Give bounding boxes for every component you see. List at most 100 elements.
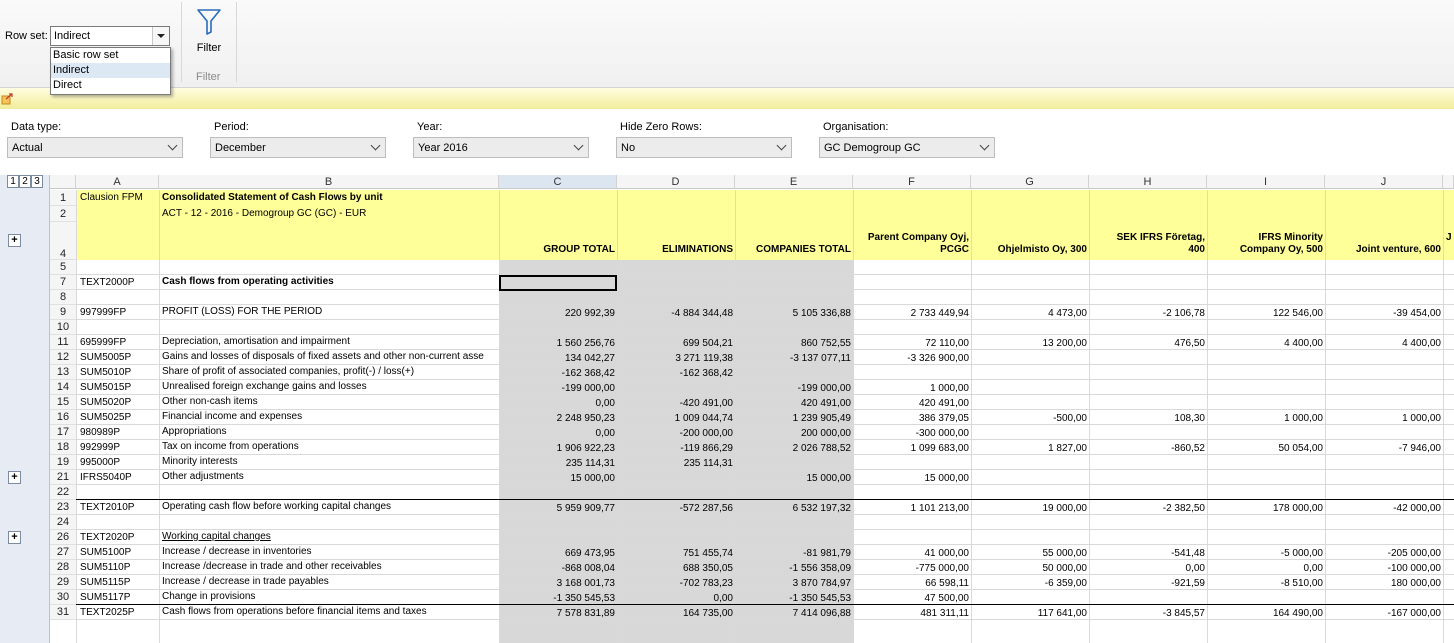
value-cell[interactable]: 0,00 — [617, 593, 735, 604]
row-label[interactable]: Cash flows from operating activities — [162, 276, 499, 287]
column-header-g[interactable]: G — [971, 175, 1089, 189]
value-cell[interactable]: 7 578 831,89 — [499, 608, 617, 619]
value-cell[interactable]: 4 473,00 — [971, 308, 1089, 319]
value-cell[interactable]: 0,00 — [499, 398, 617, 409]
value-cell[interactable]: 134 042,27 — [499, 353, 617, 364]
value-cell[interactable]: -162 368,42 — [499, 368, 617, 379]
value-cell[interactable]: 15 000,00 — [853, 473, 971, 484]
value-cell[interactable]: 2 026 788,52 — [735, 443, 853, 454]
value-cell[interactable]: 3 271 119,38 — [617, 353, 735, 364]
account-code[interactable]: 992999P — [80, 442, 159, 453]
value-cell[interactable]: -868 008,04 — [499, 563, 617, 574]
data-type-select[interactable]: Actual — [7, 137, 183, 158]
value-cell[interactable]: 1 000,00 — [1325, 413, 1443, 424]
row-label[interactable]: Financial income and expenses — [162, 411, 499, 422]
value-cell[interactable]: -5 000,00 — [1207, 548, 1325, 559]
column-header-c[interactable]: C — [499, 175, 617, 189]
value-cell[interactable]: 1 000,00 — [853, 383, 971, 394]
row-label[interactable]: Tax on income from operations — [162, 441, 499, 452]
column-header-f[interactable]: F — [853, 175, 971, 189]
value-cell[interactable]: 1 560 256,76 — [499, 338, 617, 349]
column-header-h[interactable]: H — [1089, 175, 1207, 189]
value-cell[interactable]: 55 000,00 — [971, 548, 1089, 559]
value-cell[interactable]: 13 200,00 — [971, 338, 1089, 349]
row-header[interactable]: 7 — [50, 275, 76, 290]
row-header[interactable]: 4 — [50, 222, 76, 260]
row-label[interactable]: Increase / decrease in trade payables — [162, 576, 499, 587]
row-label[interactable]: Operating cash flow before working capit… — [162, 501, 499, 512]
value-cell[interactable]: -6 359,00 — [971, 578, 1089, 589]
filter-button[interactable]: Filter — [190, 6, 228, 58]
account-code[interactable]: TEXT2000P — [80, 277, 159, 288]
account-code[interactable]: 997999FP — [80, 307, 159, 318]
value-cell[interactable]: -775 000,00 — [853, 563, 971, 574]
value-cell[interactable]: 6 532 197,32 — [735, 503, 853, 514]
outline-expand-icon[interactable]: + — [8, 234, 21, 247]
value-cell[interactable]: 15 000,00 — [499, 473, 617, 484]
account-code[interactable]: SUM5100P — [80, 547, 159, 558]
account-code[interactable]: SUM5115P — [80, 577, 159, 588]
value-cell[interactable]: -921,59 — [1089, 578, 1207, 589]
value-cell[interactable]: -3 137 077,11 — [735, 353, 853, 364]
rowset-option-selected[interactable]: Indirect — [51, 63, 170, 78]
row-label[interactable]: Increase / decrease in inventories — [162, 546, 499, 557]
value-cell[interactable]: 2 733 449,94 — [853, 308, 971, 319]
row-header[interactable]: 16 — [50, 410, 76, 425]
account-code[interactable]: SUM5117P — [80, 592, 159, 603]
row-label[interactable]: Depreciation, amortisation and impairmen… — [162, 336, 499, 347]
value-cell[interactable]: -541,48 — [1089, 548, 1207, 559]
value-cell[interactable]: 220 992,39 — [499, 308, 617, 319]
value-cell[interactable]: 1 000,00 — [1207, 413, 1325, 424]
value-cell[interactable]: -200 000,00 — [617, 428, 735, 439]
value-cell[interactable]: 860 752,55 — [735, 338, 853, 349]
value-cell[interactable]: 50 054,00 — [1207, 443, 1325, 454]
value-cell[interactable]: 386 379,05 — [853, 413, 971, 424]
rowset-dropdown[interactable]: Indirect — [50, 26, 170, 46]
value-cell[interactable]: 108,30 — [1089, 413, 1207, 424]
value-cell[interactable]: -860,52 — [1089, 443, 1207, 454]
account-code[interactable]: SUM5020P — [80, 397, 159, 408]
value-cell[interactable]: 0,00 — [499, 428, 617, 439]
export-icon[interactable] — [1, 93, 13, 105]
value-cell[interactable]: 669 473,95 — [499, 548, 617, 559]
row-header[interactable]: 1 — [50, 190, 76, 206]
row-header[interactable]: 15 — [50, 395, 76, 410]
row-header[interactable]: 18 — [50, 440, 76, 455]
row-label[interactable]: Cash flows from operations before financ… — [162, 606, 499, 617]
value-cell[interactable]: 751 455,74 — [617, 548, 735, 559]
row-label[interactable]: Unrealised foreign exchange gains and lo… — [162, 381, 499, 392]
value-cell[interactable]: -42 000,00 — [1325, 503, 1443, 514]
row-header[interactable]: 8 — [50, 290, 76, 305]
value-cell[interactable]: 3 168 001,73 — [499, 578, 617, 589]
value-cell[interactable]: -500,00 — [971, 413, 1089, 424]
rowset-option[interactable]: Basic row set — [51, 48, 170, 63]
row-header[interactable]: 31 — [50, 605, 76, 620]
row-header[interactable]: 24 — [50, 515, 76, 530]
value-cell[interactable]: 178 000,00 — [1207, 503, 1325, 514]
row-header[interactable]: 14 — [50, 380, 76, 395]
value-cell[interactable]: -572 287,56 — [617, 503, 735, 514]
organisation-select[interactable]: GC Demogroup GC — [819, 137, 995, 158]
value-cell[interactable]: 699 504,21 — [617, 338, 735, 349]
value-cell[interactable]: -4 884 344,48 — [617, 308, 735, 319]
column-header-e[interactable]: E — [735, 175, 853, 189]
value-cell[interactable]: -119 866,29 — [617, 443, 735, 454]
account-code[interactable]: SUM5015P — [80, 382, 159, 393]
account-code[interactable]: IFRS5040P — [80, 472, 159, 483]
value-cell[interactable]: 7 414 096,88 — [735, 608, 853, 619]
value-cell[interactable]: 0,00 — [1207, 563, 1325, 574]
value-cell[interactable]: 117 641,00 — [971, 608, 1089, 619]
value-cell[interactable]: -199 000,00 — [499, 383, 617, 394]
value-cell[interactable]: 122 546,00 — [1207, 308, 1325, 319]
value-cell[interactable]: 1 099 683,00 — [853, 443, 971, 454]
row-header[interactable]: 19 — [50, 455, 76, 470]
column-header-j[interactable]: J — [1325, 175, 1443, 189]
row-header[interactable]: 13 — [50, 365, 76, 380]
column-header-a[interactable]: A — [76, 175, 159, 189]
row-header[interactable]: 9 — [50, 305, 76, 320]
value-cell[interactable]: 200 000,00 — [735, 428, 853, 439]
value-cell[interactable]: 688 350,05 — [617, 563, 735, 574]
value-cell[interactable]: 1 827,00 — [971, 443, 1089, 454]
row-header[interactable]: 12 — [50, 350, 76, 365]
value-cell[interactable]: -300 000,00 — [853, 428, 971, 439]
